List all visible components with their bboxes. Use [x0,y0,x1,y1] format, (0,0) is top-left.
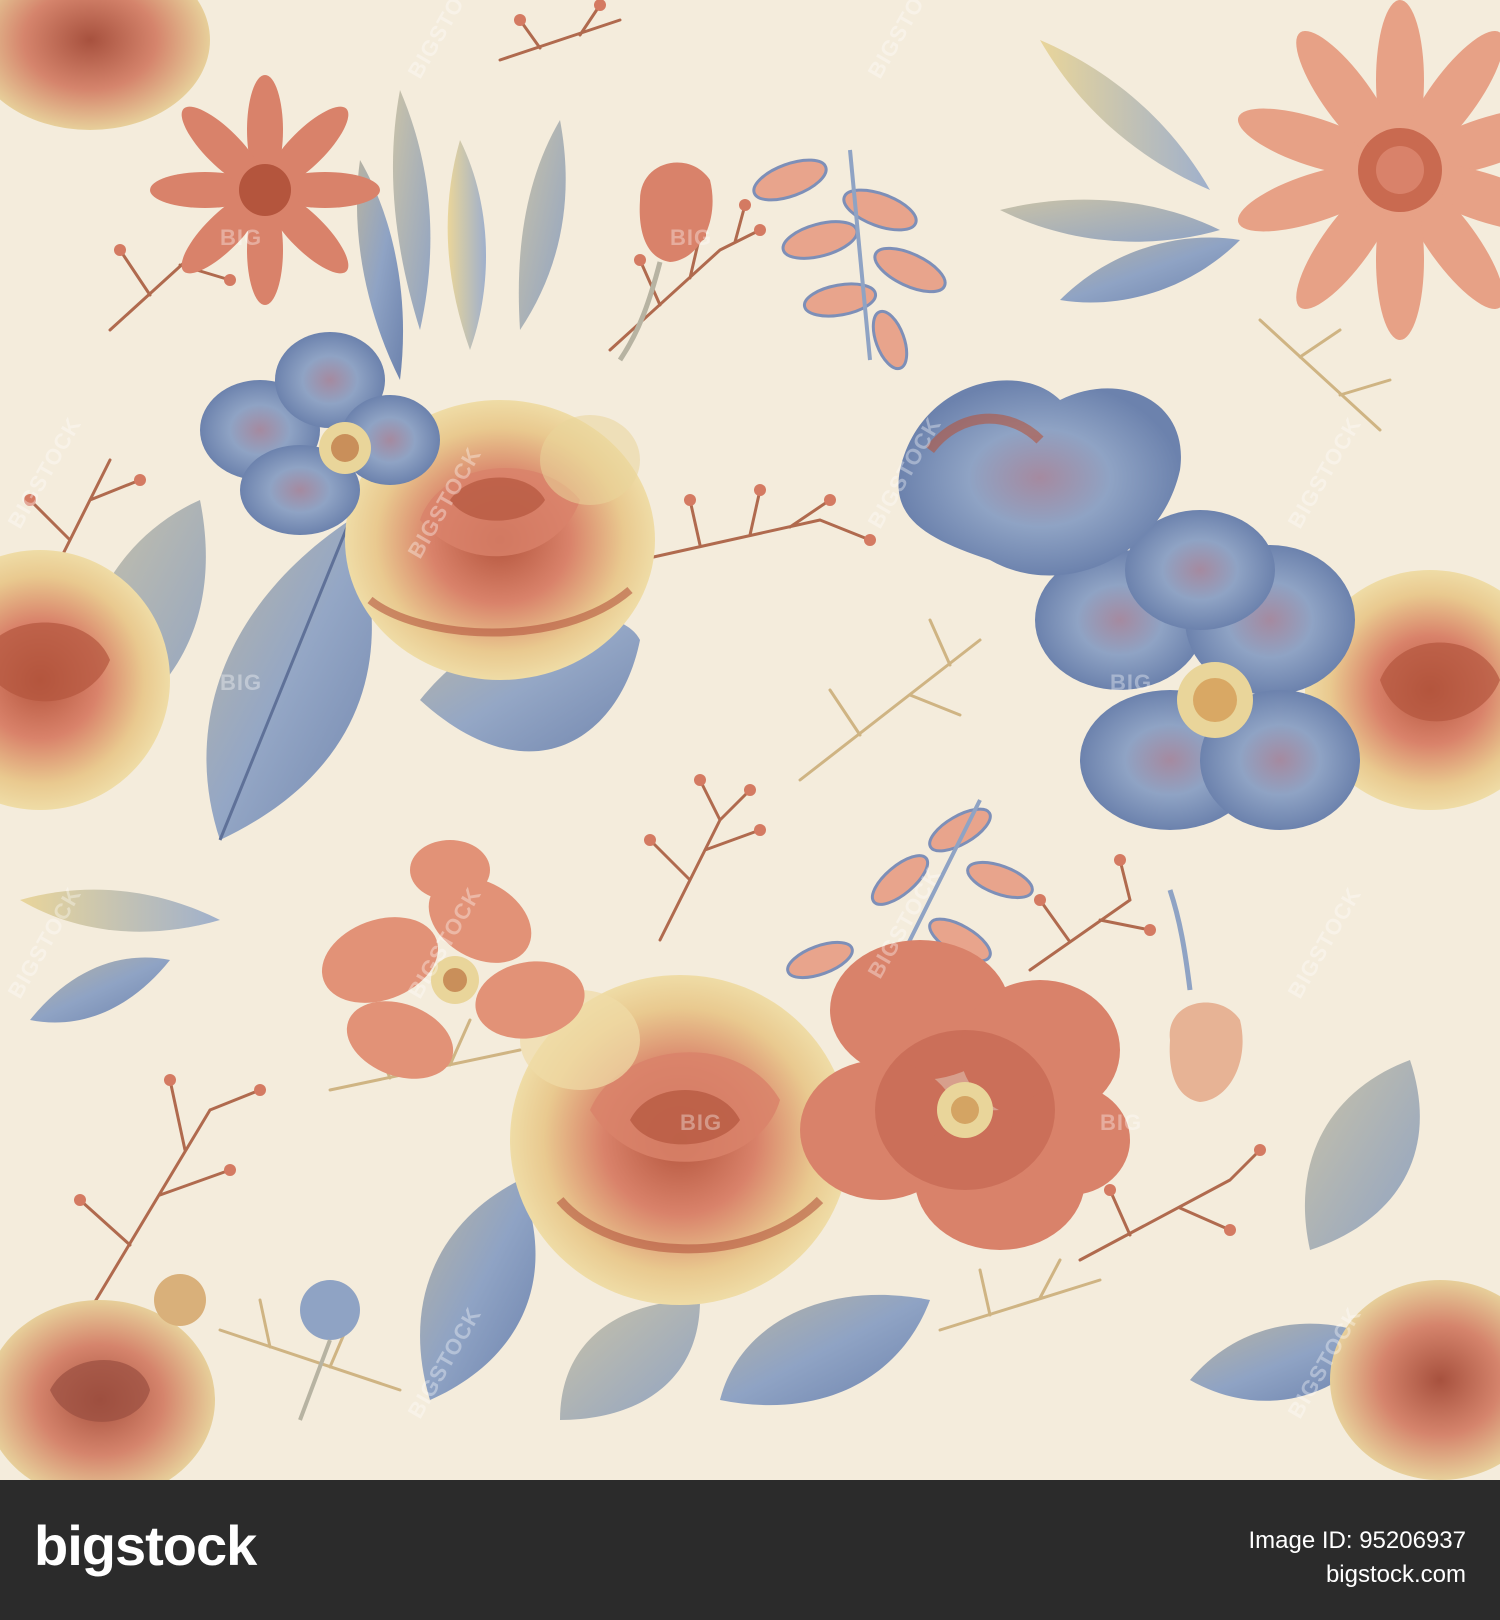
bigstock-logo: bigstock [34,1514,257,1577]
site-url: bigstock.com [1325,1561,1466,1588]
watermark-short: BIG [220,225,262,250]
watermark-short: BIG [220,670,262,695]
image-meta: Image ID: 95206937 bigstock.com [1249,1524,1467,1592]
floral-pattern-artwork: BIG BIG BIG BIG BIG BIG BIGSTOCK BIGSTOC… [0,0,1500,1480]
floral-pattern-svg: BIG BIG BIG BIG BIG BIG BIGSTOCK BIGSTOC… [0,0,1500,1480]
stock-footer-bar: bigstock Image ID: 95206937 bigstock.com [0,1480,1500,1620]
watermark-short: BIG [670,225,712,250]
watermark-short: BIG [680,1110,722,1135]
watermark-short: BIG [1110,670,1152,695]
daisy-top-left [150,75,380,305]
image-id-label: Image ID: 95206937 [1248,1527,1467,1554]
watermark-short: BIG [1100,1110,1142,1135]
